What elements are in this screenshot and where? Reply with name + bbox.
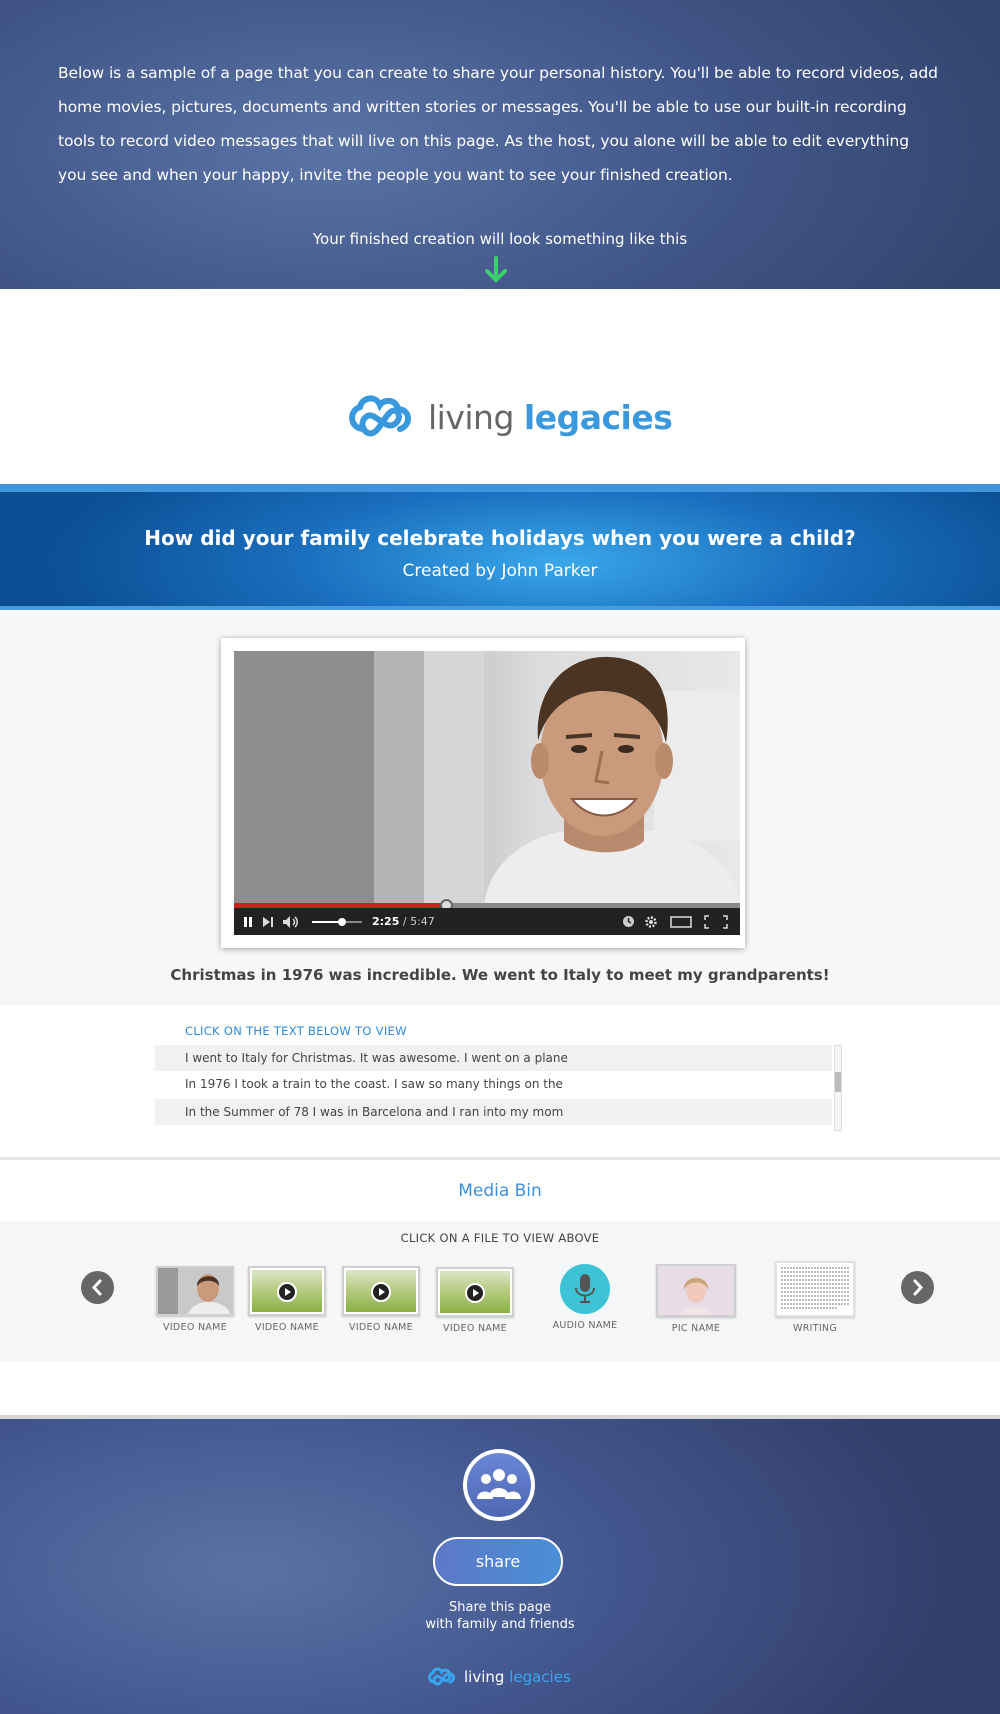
media-item-writing[interactable]: WRITING [774, 1261, 856, 1334]
logo-band: living legacies [0, 289, 1000, 484]
infinity-cloud-icon [428, 1667, 456, 1686]
brand-logo[interactable]: living legacies [344, 389, 673, 445]
media-item-video[interactable]: VIDEO NAME [340, 1266, 422, 1333]
transcript-section: CLICK ON THE TEXT BELOW TO VIEW I went t… [0, 1005, 1000, 1160]
footer-brand-name: living legacies [464, 1668, 571, 1686]
media-item-video[interactable]: VIDEO NAME [246, 1266, 328, 1333]
document-thumbnail [775, 1261, 855, 1317]
video-thumbnail [436, 1267, 514, 1317]
group-icon [467, 1453, 531, 1517]
media-item-label: VIDEO NAME [443, 1323, 507, 1334]
next-button[interactable] [901, 1271, 934, 1304]
footer-brand-logo[interactable]: living legacies [426, 1665, 571, 1689]
share-description: Share this page with family and friends [425, 1600, 575, 1632]
transcript-list: I went to Italy for Christmas. It was aw… [155, 1045, 842, 1131]
share-button[interactable]: share [433, 1537, 563, 1586]
time-display: 2:25 / 5:47 [372, 908, 435, 935]
intro-caption: Your finished creation will look somethi… [312, 230, 688, 248]
media-bin-strip: CLICK ON A FILE TO VIEW ABOVE VIDEO NAME [0, 1221, 1000, 1361]
play-icon [371, 1282, 391, 1302]
next-icon[interactable] [262, 908, 274, 935]
media-item-label: WRITING [793, 1323, 837, 1334]
volume-slider[interactable] [312, 908, 362, 935]
current-time: 2:25 [372, 915, 400, 928]
video-thumbnail [248, 1266, 326, 1316]
video-player[interactable]: 2:25 / 5:47 [234, 651, 740, 935]
picture-thumbnail [656, 1264, 736, 1317]
total-time: / 5:47 [402, 915, 435, 928]
video-frame: 2:25 / 5:47 [221, 638, 745, 948]
chevron-right-icon [913, 1279, 924, 1296]
media-item-video[interactable]: VIDEO NAME [434, 1267, 516, 1334]
media-item-label: VIDEO NAME [255, 1322, 319, 1333]
play-icon [465, 1283, 485, 1303]
pause-icon[interactable] [242, 908, 254, 935]
video-thumbnail [156, 1266, 234, 1316]
transcript-row[interactable]: In the Summer of 78 I was in Barcelona a… [155, 1099, 832, 1125]
intro-text: Below is a sample of a page that you can… [58, 64, 938, 184]
page-subtitle: Created by John Parker [402, 561, 598, 581]
media-bin-section: Media Bin CLICK ON A FILE TO VIEW ABOVE … [0, 1163, 1000, 1415]
play-icon [277, 1282, 297, 1302]
media-item-label: VIDEO NAME [163, 1322, 227, 1333]
media-item-label: VIDEO NAME [349, 1322, 413, 1333]
media-item-label: PIC NAME [671, 1323, 721, 1334]
share-icon-badge[interactable] [463, 1449, 535, 1521]
brand-name: living legacies [428, 397, 673, 437]
media-item-picture[interactable]: PIC NAME [655, 1264, 737, 1334]
chevron-left-icon [91, 1279, 102, 1296]
page-title: How did your family celebrate holidays w… [144, 526, 856, 550]
microphone-icon [560, 1264, 610, 1314]
media-bin-instruction: CLICK ON A FILE TO VIEW ABOVE [400, 1231, 600, 1245]
media-item-label: AUDIO NAME [552, 1320, 618, 1331]
media-bin-title: Media Bin [458, 1181, 542, 1201]
media-item-video[interactable]: VIDEO NAME [154, 1266, 236, 1333]
transcript-heading: CLICK ON THE TEXT BELOW TO VIEW [185, 1024, 407, 1038]
clock-icon[interactable] [622, 908, 635, 935]
media-item-audio[interactable]: AUDIO NAME [544, 1264, 626, 1331]
fullscreen-icon[interactable] [704, 908, 728, 935]
prev-button[interactable] [81, 1271, 114, 1304]
transcript-row[interactable]: In 1976 I took a train to the coast. I s… [155, 1071, 832, 1097]
theater-mode-icon[interactable] [670, 908, 692, 935]
gear-icon[interactable] [644, 908, 658, 935]
intro-section: Below is a sample of a page that you can… [0, 0, 1000, 289]
video-poster [234, 651, 740, 903]
volume-icon[interactable] [282, 908, 300, 935]
scrollbar-thumb[interactable] [835, 1072, 841, 1092]
video-section: 2:25 / 5:47 Christmas in 1976 was incred… [0, 610, 1000, 1005]
video-thumbnail [342, 1266, 420, 1316]
video-caption: Christmas in 1976 was incredible. We wen… [170, 966, 830, 984]
transcript-scrollbar[interactable] [834, 1045, 842, 1131]
arrow-down-icon [485, 256, 507, 282]
infinity-cloud-icon [349, 395, 411, 437]
transcript-row[interactable]: I went to Italy for Christmas. It was aw… [155, 1045, 832, 1071]
video-controls: 2:25 / 5:47 [234, 908, 740, 935]
footer-section: share Share this page with family and fr… [0, 1415, 1000, 1714]
question-header: How did your family celebrate holidays w… [0, 484, 1000, 610]
